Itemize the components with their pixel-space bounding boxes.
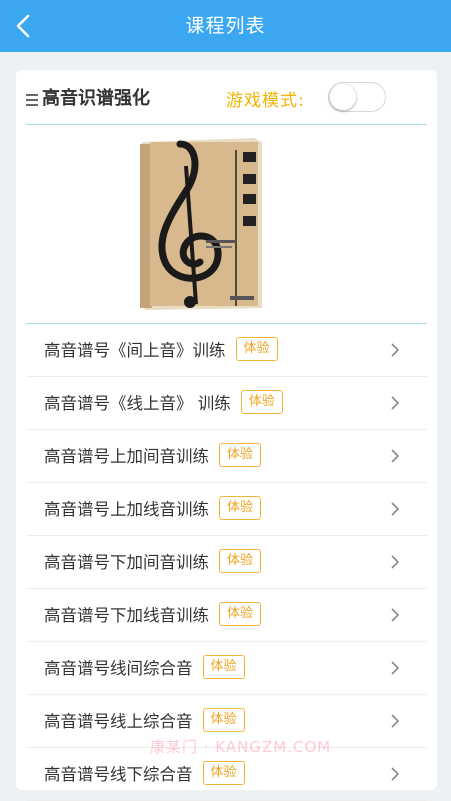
lesson-label: 高音谱号线间综合音 — [44, 659, 193, 678]
lesson-row[interactable]: 高音谱号线间综合音 体验 — [26, 642, 427, 695]
chevron-right-icon — [391, 714, 400, 728]
game-mode-toggle[interactable] — [328, 82, 386, 112]
lesson-label: 高音谱号《间上音》训练 — [44, 341, 226, 360]
trial-badge: 体验 — [219, 496, 262, 520]
watermark: 康某门 · KANGZM.COM — [150, 738, 332, 756]
lesson-label: 高音谱号线上综合音 — [44, 712, 193, 731]
top-bar: 课程列表 — [0, 0, 451, 52]
trial-badge: 体验 — [235, 337, 278, 361]
chevron-right-icon — [391, 449, 400, 463]
trial-badge: 体验 — [202, 761, 245, 785]
lesson-row[interactable]: 高音谱号《间上音》训练 体验 — [26, 324, 427, 377]
chevron-right-icon — [391, 608, 400, 622]
lesson-row[interactable]: 高音谱号《线上音》 训练 体验 — [26, 377, 427, 430]
lesson-label: 高音谱号《线上音》 训练 — [44, 394, 231, 413]
course-header: 高音识谱强化 游戏模式: — [26, 82, 427, 122]
lesson-label: 高音谱号上加间音训练 — [44, 447, 209, 466]
chevron-right-icon — [391, 661, 400, 675]
menu-icon — [26, 94, 38, 108]
trial-badge: 体验 — [240, 390, 283, 414]
trial-badge: 体验 — [219, 602, 262, 626]
chevron-right-icon — [391, 767, 400, 781]
game-mode-label: 游戏模式: — [226, 91, 305, 111]
header-divider — [26, 124, 427, 125]
cover-text — [206, 240, 236, 243]
toggle-knob — [330, 84, 356, 110]
lesson-row[interactable]: 高音谱号上加线音训练 体验 — [26, 483, 427, 536]
lesson-row[interactable]: 高音谱号下加间音训练 体验 — [26, 536, 427, 589]
course-cover-image — [140, 138, 262, 310]
lesson-label: 高音谱号下加间音训练 — [44, 553, 209, 572]
lesson-label: 高音谱号线下综合音 — [44, 765, 193, 784]
chevron-right-icon — [391, 555, 400, 569]
chevron-right-icon — [391, 343, 400, 357]
trial-badge: 体验 — [219, 549, 262, 573]
lesson-row[interactable]: 高音谱号上加间音训练 体验 — [26, 430, 427, 483]
trial-badge: 体验 — [202, 708, 245, 732]
lesson-label: 高音谱号下加线音训练 — [44, 606, 209, 625]
course-title: 高音识谱强化 — [42, 88, 150, 109]
trial-badge: 体验 — [202, 655, 245, 679]
lesson-label: 高音谱号上加线音训练 — [44, 500, 209, 519]
chevron-right-icon — [391, 396, 400, 410]
page-title: 课程列表 — [185, 15, 266, 37]
course-card: 高音识谱强化 游戏模式: 高音谱号《间上音》训练 体验 高音谱号《线上音》 训练… — [16, 70, 437, 801]
chevron-right-icon — [391, 502, 400, 516]
lesson-row[interactable]: 高音谱号下加线音训练 体验 — [26, 589, 427, 642]
lesson-list: 高音谱号《间上音》训练 体验 高音谱号《线上音》 训练 体验 高音谱号上加间音训… — [26, 324, 427, 801]
trial-badge: 体验 — [219, 443, 262, 467]
